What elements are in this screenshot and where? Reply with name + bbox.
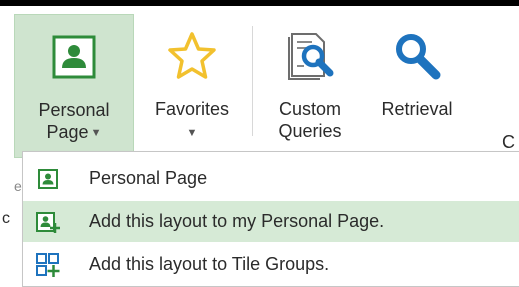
personal-page-button[interactable]: Personal Page ▼ [14, 14, 134, 158]
custom-queries-label-line1: Custom [278, 99, 341, 119]
personal-page-label-line2: Page ▼ [47, 121, 102, 144]
document-search-icon [280, 26, 340, 86]
menu-item-add-to-tile-groups[interactable]: Add this layout to Tile Groups. [23, 244, 519, 285]
cut-off-label: C [502, 132, 515, 152]
background-text-fragment: c [2, 210, 10, 227]
chevron-down-icon: ▼ [186, 127, 198, 139]
menu-item-label: Add this layout to Tile Groups. [89, 254, 330, 274]
ribbon: Personal Page ▼ Favorites ▼ Custom Queri… [14, 14, 519, 158]
favorites-button[interactable]: Favorites ▼ [140, 14, 244, 158]
personal-page-label-text: Page [46, 122, 89, 142]
menu-item-personal-page[interactable]: Personal Page [23, 158, 519, 199]
custom-queries-label-line2: Queries [278, 121, 342, 141]
personal-page-label-line1: Personal [38, 100, 110, 120]
favorites-label: Favorites [154, 99, 230, 119]
retrieval-label: Retrieval [381, 99, 453, 119]
menu-item-label: Add this layout to my Personal Page. [89, 211, 385, 231]
ribbon-separator [252, 26, 253, 136]
retrieval-button[interactable]: Retrieval [364, 14, 470, 158]
custom-queries-button[interactable]: Custom Queries [264, 14, 356, 158]
star-icon [162, 26, 222, 86]
personal-page-icon [44, 27, 104, 87]
background-text-fragment: e [14, 178, 22, 194]
add-to-personal-page-icon [33, 207, 63, 237]
chevron-down-icon: ▼ [90, 127, 102, 140]
menu-item-add-to-personal-page[interactable]: Add this layout to my Personal Page. [23, 201, 519, 242]
personal-page-icon [33, 164, 63, 194]
menu-item-label: Personal Page [89, 168, 208, 188]
window: Personal Page ▼ Favorites ▼ Custom Queri… [0, 0, 519, 287]
add-to-tile-groups-icon [33, 250, 63, 280]
personal-page-dropdown-menu: Personal Page Add this layout to my Pers… [22, 151, 519, 287]
magnifier-icon [387, 26, 447, 86]
top-border [0, 0, 519, 6]
